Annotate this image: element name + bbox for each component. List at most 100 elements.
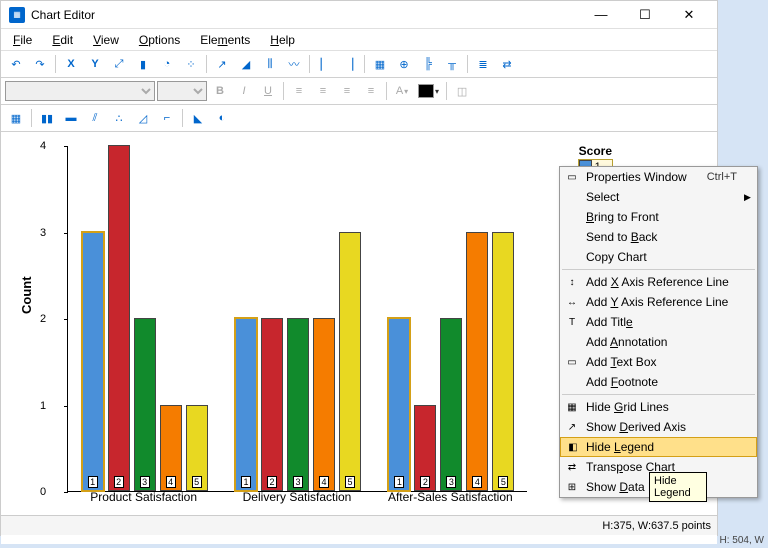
app-icon: ▦ bbox=[9, 7, 25, 23]
menu-elements[interactable]: Elements bbox=[192, 31, 258, 48]
context-menu-item[interactable]: Add Annotation bbox=[560, 332, 757, 352]
context-menu-icon: ↔ bbox=[564, 294, 580, 310]
bar[interactable]: 5 bbox=[339, 232, 361, 492]
bar[interactable]: 2 bbox=[414, 405, 436, 492]
bar[interactable]: 3 bbox=[134, 318, 156, 491]
context-menu-label: Copy Chart bbox=[586, 250, 647, 264]
toolbar-format: B I U ≡ ≡ ≡ ≡ A▾ ▾ ◫ bbox=[1, 78, 717, 105]
labels-icon[interactable]: ◫ bbox=[451, 80, 473, 102]
series-icon[interactable]: ≣ bbox=[472, 53, 494, 75]
points-icon[interactable]: ⁘ bbox=[180, 53, 202, 75]
window-title: Chart Editor bbox=[31, 8, 95, 22]
align-justify-icon[interactable]: ≡ bbox=[360, 80, 382, 102]
bar-value-label: 4 bbox=[472, 476, 482, 488]
context-menu-item[interactable]: ▭Properties WindowCtrl+T bbox=[560, 167, 757, 187]
bar-el-icon[interactable]: ▮▮ bbox=[36, 107, 58, 129]
plot-area[interactable]: 01234123451234512345 bbox=[67, 146, 527, 492]
y-tick: 0 bbox=[40, 486, 46, 498]
undo-icon[interactable]: ↶ bbox=[5, 53, 27, 75]
bar[interactable]: 1 bbox=[235, 318, 257, 491]
fit-line-icon[interactable]: ↗ bbox=[211, 53, 233, 75]
bar[interactable]: 5 bbox=[186, 405, 208, 492]
bar[interactable]: 3 bbox=[287, 318, 309, 491]
context-menu-item[interactable]: ▭Add Text Box bbox=[560, 352, 757, 372]
context-menu-item[interactable]: Send to Back bbox=[560, 227, 757, 247]
scatter-el-icon[interactable]: ∴ bbox=[108, 107, 130, 129]
hist-el-icon[interactable]: ◣ bbox=[187, 107, 209, 129]
status-right: H: 504, W bbox=[720, 535, 764, 546]
context-menu-label: Hide Grid Lines bbox=[586, 400, 669, 414]
redo-icon[interactable]: ↷ bbox=[29, 53, 51, 75]
minimize-button[interactable]: — bbox=[581, 5, 621, 25]
area-el-icon[interactable]: ◿ bbox=[132, 107, 154, 129]
context-menu-item[interactable]: ↕Add X Axis Reference Line bbox=[560, 272, 757, 292]
context-menu-item[interactable]: ↔Add Y Axis Reference Line bbox=[560, 292, 757, 312]
align-l-icon[interactable]: ▏ bbox=[314, 53, 336, 75]
line-el-icon[interactable]: ⫽ bbox=[84, 107, 106, 129]
context-menu-item[interactable]: TAdd Title bbox=[560, 312, 757, 332]
bar[interactable]: 5 bbox=[492, 232, 514, 492]
bar[interactable]: 4 bbox=[160, 405, 182, 492]
format-icon[interactable]: ◔ bbox=[156, 53, 178, 75]
context-menu-label: Properties Window bbox=[586, 170, 687, 184]
align-right-icon[interactable]: ≡ bbox=[336, 80, 358, 102]
context-menu-item[interactable]: ▦Hide Grid Lines bbox=[560, 397, 757, 417]
target-icon[interactable]: ⊕ bbox=[393, 53, 415, 75]
status-bar: H:375, W:637.5 points bbox=[1, 515, 717, 535]
step-el-icon[interactable]: ⌐ bbox=[156, 107, 178, 129]
maximize-button[interactable]: ☐ bbox=[625, 5, 665, 25]
bar[interactable]: 4 bbox=[466, 232, 488, 492]
grid-icon[interactable]: ▦ bbox=[369, 53, 391, 75]
bar-value-label: 2 bbox=[267, 476, 277, 488]
align-left-icon[interactable]: ≡ bbox=[288, 80, 310, 102]
chart-area[interactable]: Count 01234123451234512345 Satisfaction … bbox=[1, 132, 717, 544]
pie-el-icon[interactable]: ◐ bbox=[211, 107, 233, 129]
context-menu-icon: ⊞ bbox=[564, 479, 580, 495]
titlebar: ▦ Chart Editor — ☐ ✕ bbox=[1, 1, 717, 29]
line-icon[interactable]: 〰 bbox=[283, 53, 305, 75]
bar-value-label: 5 bbox=[345, 476, 355, 488]
font-family-select[interactable] bbox=[5, 81, 155, 101]
x-axis-icon[interactable]: X bbox=[60, 53, 82, 75]
transpose-icon[interactable]: ⇄ bbox=[496, 53, 518, 75]
bold-icon[interactable]: B bbox=[209, 80, 231, 102]
context-menu-label: Select bbox=[586, 190, 619, 204]
bar[interactable]: 1 bbox=[388, 318, 410, 491]
font-size-select[interactable] bbox=[157, 81, 207, 101]
menu-help[interactable]: Help bbox=[262, 31, 303, 48]
context-menu-item[interactable]: ◧Hide Legend bbox=[560, 437, 757, 457]
bar[interactable]: 1 bbox=[82, 232, 104, 492]
bar[interactable]: 2 bbox=[261, 318, 283, 491]
context-menu-item[interactable]: Bring to Front bbox=[560, 207, 757, 227]
chart-editor-window: ▦ Chart Editor — ☐ ✕ File Edit View Opti… bbox=[0, 0, 718, 536]
bar[interactable]: 4 bbox=[313, 318, 335, 491]
italic-icon[interactable]: I bbox=[233, 80, 255, 102]
context-menu-item[interactable]: Add Footnote bbox=[560, 372, 757, 392]
close-button[interactable]: ✕ bbox=[669, 5, 709, 25]
menu-options[interactable]: Options bbox=[131, 31, 188, 48]
bar-chart-icon[interactable]: ▮ bbox=[132, 53, 154, 75]
underline-icon[interactable]: U bbox=[257, 80, 279, 102]
bar-value-label: 3 bbox=[293, 476, 303, 488]
align-r-icon[interactable]: ▕ bbox=[338, 53, 360, 75]
bar[interactable]: 2 bbox=[108, 145, 130, 491]
context-menu-item[interactable]: Copy Chart bbox=[560, 247, 757, 267]
data-table-icon[interactable]: ▦ bbox=[5, 107, 27, 129]
area-icon[interactable]: ◢ bbox=[235, 53, 257, 75]
menu-edit[interactable]: Edit bbox=[44, 31, 81, 48]
context-menu-item[interactable]: Select▶ bbox=[560, 187, 757, 207]
y-axis-icon[interactable]: Y bbox=[84, 53, 106, 75]
scale-icon[interactable]: ⤢ bbox=[108, 53, 130, 75]
yref-icon[interactable]: ╠ bbox=[417, 53, 439, 75]
cols-icon[interactable]: ⫼ bbox=[259, 53, 281, 75]
align-center-icon[interactable]: ≡ bbox=[312, 80, 334, 102]
bar[interactable]: 3 bbox=[440, 318, 462, 491]
hbar-el-icon[interactable]: ▬ bbox=[60, 107, 82, 129]
context-menu-icon: ▭ bbox=[564, 354, 580, 370]
context-menu-item[interactable]: ↗Show Derived Axis bbox=[560, 417, 757, 437]
menu-file[interactable]: File bbox=[5, 31, 40, 48]
fill-color-icon[interactable]: ▾ bbox=[415, 80, 442, 102]
xref-icon[interactable]: ╥ bbox=[441, 53, 463, 75]
menu-view[interactable]: View bbox=[85, 31, 127, 48]
text-color-icon[interactable]: A▾ bbox=[391, 80, 413, 102]
